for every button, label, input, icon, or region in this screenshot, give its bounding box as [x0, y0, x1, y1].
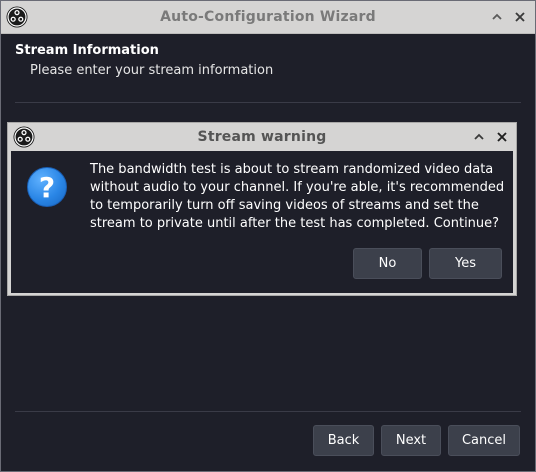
next-button[interactable]: Next	[381, 425, 441, 456]
chevron-up-icon[interactable]	[489, 9, 505, 25]
dialog-title: Stream warning	[197, 129, 327, 145]
stream-warning-dialog: Stream warning ? The bandwidth test is a…	[7, 122, 517, 296]
page-subtitle: Please enter your stream information	[30, 63, 274, 78]
yes-button[interactable]: Yes	[429, 248, 502, 279]
no-button[interactable]: No	[353, 248, 422, 279]
close-icon[interactable]	[512, 9, 528, 25]
dialog-title-bar[interactable]: Stream warning	[8, 123, 516, 151]
cancel-button[interactable]: Cancel	[448, 425, 520, 456]
question-icon: ?	[27, 167, 67, 207]
title-bar[interactable]: Auto-Configuration Wizard	[1, 1, 535, 34]
page-title: Stream Information	[15, 43, 159, 58]
back-button[interactable]: Back	[313, 425, 374, 456]
header-divider	[15, 102, 521, 103]
footer-divider	[15, 411, 521, 412]
dialog-body: ? The bandwidth test is about to stream …	[11, 151, 513, 293]
chevron-up-icon[interactable]	[471, 129, 487, 145]
dialog-message: The bandwidth test is about to stream ra…	[90, 162, 505, 231]
wizard-window: Auto-Configuration Wizard Stream Informa…	[0, 0, 536, 472]
window-title: Auto-Configuration Wizard	[160, 9, 376, 25]
close-icon[interactable]	[494, 129, 510, 145]
